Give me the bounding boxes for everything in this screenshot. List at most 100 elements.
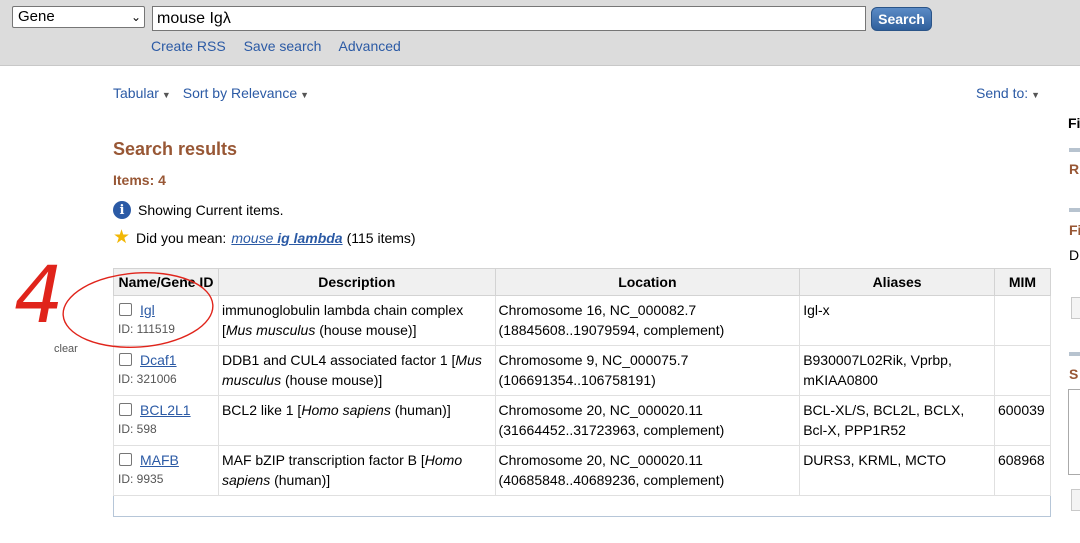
search-input[interactable]: mouse Igλ: [152, 6, 866, 31]
common-name: (human)]: [270, 472, 331, 488]
gene-link[interactable]: Dcaf1: [140, 352, 177, 368]
gene-link[interactable]: MAFB: [140, 452, 179, 468]
row-checkbox[interactable]: [119, 303, 132, 316]
sidebar-button-fragment[interactable]: [1071, 297, 1080, 319]
location-chromosome: Chromosome 9, NC_000075.7: [498, 352, 689, 368]
save-search-link[interactable]: Save search: [244, 38, 322, 54]
table-row: Dcaf1 ID: 321006 DDB1 and CUL4 associate…: [113, 345, 1052, 396]
mim-cell: 608968: [993, 445, 1052, 496]
mim-cell: 600039: [993, 395, 1052, 446]
results-title: Search results: [113, 139, 238, 159]
triangle-down-icon: ▼: [300, 90, 310, 100]
send-to-dropdown[interactable]: Send to: ▼: [976, 85, 1040, 101]
table-header-row: Name/Gene ID Description Location Aliase…: [113, 268, 1052, 296]
advanced-link[interactable]: Advanced: [339, 38, 401, 54]
location-cell: Chromosome 20, NC_000020.11 (40685848..40…: [494, 445, 801, 496]
col-header-location[interactable]: Location: [494, 268, 801, 296]
table-row: BCL2L1 ID: 598 BCL2 like 1 [Homo sapiens…: [113, 395, 1052, 446]
gene-id: ID: 321006: [118, 372, 177, 386]
aliases-cell: DURS3, KRML, MCTO: [799, 445, 995, 496]
sidebar-divider: [1069, 352, 1080, 356]
location-range: (18845608..19079594, complement): [498, 322, 725, 338]
location-range: (31664452..31723963, complement): [498, 422, 725, 438]
description-cell: MAF bZIP transcription factor B [Homo sa…: [217, 445, 496, 496]
location-chromosome: Chromosome 20, NC_000020.11: [498, 452, 703, 468]
col-header-mim[interactable]: MIM: [993, 268, 1052, 296]
row-checkbox[interactable]: [119, 403, 132, 416]
description-cell: DDB1 and CUL4 associated factor 1 [Mus m…: [217, 345, 496, 396]
sidebar-heading-fragment: Fi: [1068, 115, 1080, 131]
send-to-label: Send to:: [976, 85, 1029, 101]
did-you-mean-count: (115 items): [346, 230, 416, 246]
location-cell: Chromosome 20, NC_000020.11 (31664452..31…: [494, 395, 801, 446]
format-dropdown[interactable]: Tabular ▼: [113, 85, 171, 101]
gene-link[interactable]: Igl: [140, 302, 155, 318]
gene-id: ID: 598: [118, 422, 157, 436]
name-cell: Igl ID: 111519: [113, 295, 219, 346]
location-cell: Chromosome 16, NC_000082.7 (18845608..190…: [494, 295, 801, 346]
location-chromosome: Chromosome 20, NC_000020.11: [498, 402, 703, 418]
items-count: Items: 4: [113, 172, 166, 188]
name-cell: Dcaf1 ID: 321006: [113, 345, 219, 396]
clear-link[interactable]: clear: [54, 343, 78, 355]
sidebar-divider: [1069, 148, 1080, 152]
species-name: Homo sapiens: [301, 402, 391, 418]
col-header-description[interactable]: Description: [217, 268, 496, 296]
sidebar-textarea-fragment[interactable]: [1068, 389, 1080, 475]
description-text: MAF bZIP transcription factor B [: [221, 452, 425, 468]
col-header-name[interactable]: Name/Gene ID: [113, 268, 219, 296]
triangle-down-icon: ▼: [161, 90, 171, 100]
table-row: MAFB ID: 9935 MAF bZIP transcription fac…: [113, 445, 1052, 496]
row-checkbox[interactable]: [119, 353, 132, 366]
location-cell: Chromosome 9, NC_000075.7 (106691354..106…: [494, 345, 801, 396]
did-you-mean-link-part: mouse: [231, 230, 278, 246]
sidebar-button-fragment[interactable]: [1071, 489, 1080, 511]
annotation-number: 4: [14, 251, 64, 341]
gene-link[interactable]: BCL2L1: [140, 402, 191, 418]
did-you-mean: ★ Did you mean: mouse ig lambda (115 ite…: [113, 227, 416, 248]
description-text: BCL2 like 1 [: [221, 402, 302, 418]
aliases-cell: Igl-x: [799, 295, 995, 346]
mim-cell: [993, 295, 1052, 346]
search-button[interactable]: Search: [871, 7, 932, 31]
common-name: (human)]: [390, 402, 451, 418]
did-you-mean-link[interactable]: mouse ig lambda: [231, 230, 342, 246]
showing-message: i Showing Current items.: [113, 201, 284, 219]
description-text: DDB1 and CUL4 associated factor 1 [: [221, 352, 456, 368]
row-checkbox[interactable]: [119, 453, 132, 466]
sort-label: Sort by Relevance: [182, 85, 298, 101]
triangle-down-icon: ▼: [1031, 90, 1041, 100]
database-select[interactable]: Gene ⌄: [12, 6, 145, 28]
info-icon: i: [113, 201, 131, 219]
create-rss-link[interactable]: Create RSS: [151, 38, 226, 54]
sort-dropdown[interactable]: Sort by Relevance ▼: [183, 85, 309, 101]
results-toolbar: Tabular ▼ Sort by Relevance ▼: [113, 85, 317, 101]
results-table: Name/Gene ID Description Location Aliase…: [113, 268, 1052, 496]
star-icon: ★: [113, 227, 131, 248]
sidebar-section-fragment: R: [1069, 161, 1080, 177]
location-range: (106691354..106758191): [498, 372, 656, 388]
species-name: Mus musculus: [225, 322, 316, 338]
gene-id: ID: 9935: [118, 472, 164, 486]
location-range: (40685848..40689236, complement): [498, 472, 725, 488]
sidebar-section-fragment: S: [1069, 366, 1079, 382]
search-sublinks: Create RSS Save search Advanced: [151, 38, 415, 54]
common-name: (house mouse)]: [281, 372, 383, 388]
did-you-mean-link-bold: ig lambda: [277, 230, 343, 246]
gene-id: ID: 111519: [118, 322, 175, 336]
name-cell: BCL2L1 ID: 598: [113, 395, 219, 446]
aliases-cell: B930007L02Rik, Vprbp, mKIAA0800: [799, 345, 995, 396]
table-row: Igl ID: 111519 immunoglobulin lambda cha…: [113, 295, 1052, 346]
mim-cell: [993, 345, 1052, 396]
sidebar-divider: [1069, 208, 1080, 212]
common-name: (house mouse)]: [315, 322, 417, 338]
description-cell: BCL2 like 1 [Homo sapiens (human)]: [217, 395, 496, 446]
showing-text: Showing Current items.: [138, 202, 284, 218]
did-you-mean-prefix: Did you mean:: [136, 230, 227, 246]
aliases-cell: BCL-XL/S, BCL2L, BCLX, Bcl-X, PPP1R52: [799, 395, 995, 446]
search-bar: Gene ⌄ mouse Igλ Search Create RSS Save …: [0, 0, 1080, 66]
chevron-down-icon: ⌄: [130, 10, 141, 24]
name-cell: MAFB ID: 9935: [113, 445, 219, 496]
database-select-value: Gene: [18, 8, 55, 25]
col-header-aliases[interactable]: Aliases: [799, 268, 995, 296]
